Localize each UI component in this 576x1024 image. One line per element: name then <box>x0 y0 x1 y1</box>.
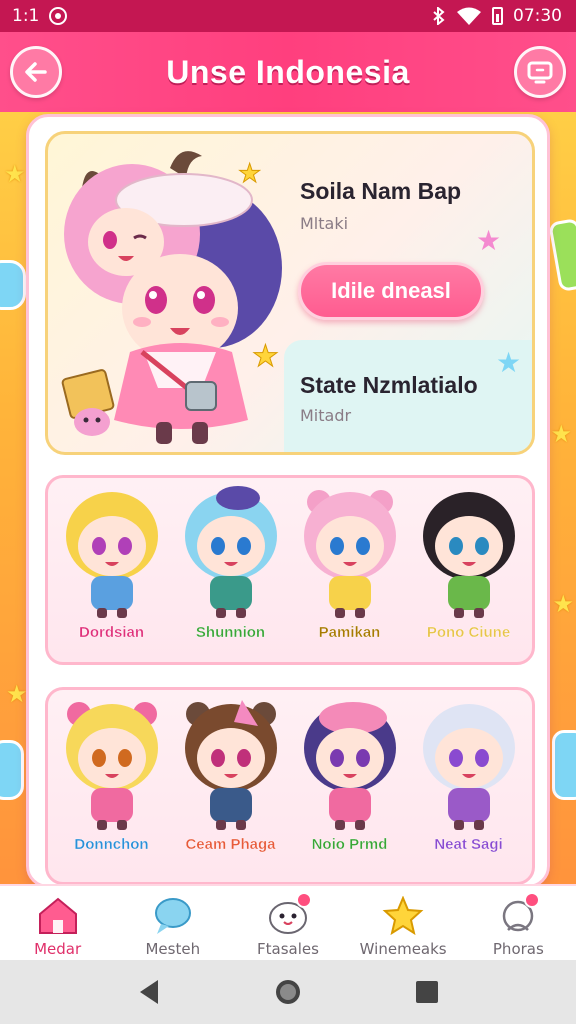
character-card[interactable]: Donnchon <box>53 696 171 872</box>
home-icon <box>38 897 77 934</box>
chat-bubble-icon <box>154 898 191 934</box>
screen-button[interactable] <box>514 46 566 98</box>
nav-label: Medar <box>34 940 82 958</box>
character-avatar <box>184 700 277 830</box>
status-time-right: 07:30 <box>513 6 562 26</box>
notification-badge <box>295 892 312 908</box>
bottom-nav: Medar Mesteh Ftasales Winemeaks Phoras <box>0 884 576 960</box>
character-name: Noio Prmd <box>311 836 388 853</box>
decor-star-icon: ★ <box>496 346 522 379</box>
wifi-icon <box>457 7 481 25</box>
character-name: Pono Ciune <box>426 624 511 641</box>
character-card[interactable]: Shunnion <box>172 484 290 660</box>
decor-star-icon: ★ <box>550 420 572 448</box>
character-name: Dordsian <box>78 624 144 641</box>
svg-text:★: ★ <box>252 339 279 374</box>
nav-item-home[interactable]: Medar <box>2 896 114 958</box>
character-avatar <box>65 492 158 618</box>
back-triangle-icon[interactable] <box>136 978 162 1006</box>
system-nav <box>0 960 576 1024</box>
status-left: 1:1 <box>12 6 68 26</box>
character-card[interactable]: Neat Sagi <box>410 696 528 872</box>
character-card[interactable]: Pono Ciune <box>410 484 528 660</box>
nav-label: Ftasales <box>257 940 319 958</box>
cta-button[interactable]: Idile dneasl <box>298 262 484 320</box>
featured-title-secondary: State Nzmlatialo <box>300 372 478 398</box>
character-card[interactable]: Dordsian <box>53 484 171 660</box>
character-row: Donnchon Ceam Phaga Noio Prmd Neat Sagi <box>45 687 535 885</box>
character-card[interactable]: Noio Prmd <box>291 696 409 872</box>
star-icon <box>382 896 424 936</box>
bluetooth-icon <box>433 7 445 25</box>
status-right: 07:30 <box>432 6 562 26</box>
nav-label: Mesteh <box>145 940 201 958</box>
character-avatar <box>422 492 515 618</box>
decor-gem <box>552 730 576 800</box>
character-avatar <box>184 486 277 618</box>
svg-text:★: ★ <box>238 159 261 189</box>
featured-subtitle-secondary: Mitadr <box>300 406 352 425</box>
decor-star-icon: ★ <box>552 590 574 618</box>
featured-subtitle: Mltaki <box>300 214 349 233</box>
screen-icon <box>527 61 553 84</box>
character-card[interactable]: Ceam Phaga <box>172 696 290 872</box>
decor-star-icon: ★ <box>6 680 28 708</box>
character-name: Ceam Phaga <box>185 836 276 853</box>
character-card[interactable]: Pamikan <box>291 484 409 660</box>
decor-gem <box>0 260 26 310</box>
character-name: Pamikan <box>318 624 381 641</box>
nav-label: Phoras <box>492 940 544 958</box>
recents-square-icon[interactable] <box>414 979 440 1005</box>
decor-star-icon: ★ <box>476 224 502 257</box>
character-name: Neat Sagi <box>434 836 503 853</box>
featured-character-art: ★ ★ <box>61 151 282 444</box>
status-time-left: 1:1 <box>12 6 40 26</box>
nav-label: Winemeaks <box>359 940 447 958</box>
decor-star-icon: ★ <box>4 160 26 188</box>
featured-panel: ★ ★ Soila Nam Bap Mltaki Idile dneasl St… <box>45 131 535 455</box>
back-arrow-icon <box>25 62 47 82</box>
character-avatar <box>303 490 396 618</box>
app-header: Unse Indonesia <box>0 32 576 112</box>
nav-item-mascot[interactable]: Ftasales <box>232 892 344 958</box>
back-button[interactable] <box>10 46 62 98</box>
home-circle-icon[interactable] <box>273 977 303 1007</box>
nav-item-star[interactable]: Winemeaks <box>347 896 459 958</box>
character-avatar <box>303 702 396 830</box>
battery-icon <box>492 7 503 25</box>
alarm-icon <box>49 7 68 25</box>
page-title: Unse Indonesia <box>166 53 410 90</box>
main-card: ★ ★ Soila Nam Bap Mltaki Idile dneasl St… <box>26 114 550 888</box>
character-name: Donnchon <box>74 836 149 853</box>
nav-item-chat[interactable]: Mesteh <box>117 896 229 958</box>
decor-gem <box>548 217 576 293</box>
character-row: Dordsian Shunnion Pamikan Pono Ciune <box>45 475 535 665</box>
character-name: Shunnion <box>195 624 266 641</box>
nav-item-profile[interactable]: Phoras <box>462 892 574 958</box>
decor-gem <box>0 740 24 800</box>
featured-title: Soila Nam Bap <box>300 178 462 204</box>
character-avatar <box>65 702 158 830</box>
status-bar: 1:1 07:30 <box>0 0 576 32</box>
character-avatar <box>422 704 515 830</box>
